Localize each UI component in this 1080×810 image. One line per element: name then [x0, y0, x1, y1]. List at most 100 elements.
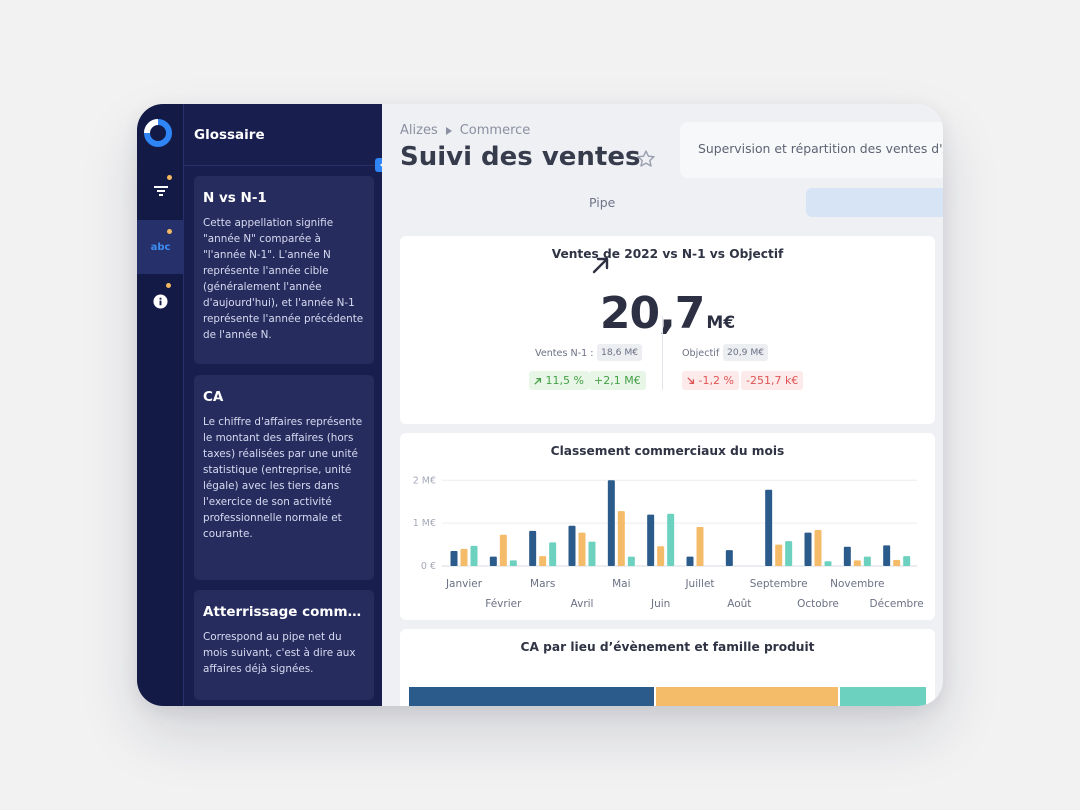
app-logo[interactable] — [143, 118, 173, 148]
chart-bar[interactable] — [696, 527, 704, 566]
chart-bar[interactable] — [450, 551, 458, 566]
tab-active[interactable] — [806, 188, 943, 217]
chart-bar[interactable] — [667, 513, 675, 566]
y-tick-label: 0 € — [421, 561, 436, 572]
ca-panel: CA par lieu d’évènement et famille produ… — [400, 629, 935, 706]
kpi-objectif-label: Objectif — [682, 348, 720, 359]
glossary-card-text: Le chiffre d'affaires représente le mont… — [203, 416, 363, 540]
glossary-card-text: Cette appellation signifie "année N" com… — [203, 217, 364, 341]
icon-rail: abc — [137, 104, 184, 706]
notification-dot — [166, 283, 171, 288]
chart-bar[interactable] — [529, 530, 537, 566]
kpi-main: 20,7 M€ — [400, 288, 935, 339]
glossary-card-title: N vs N-1 — [203, 190, 267, 206]
chart-bar[interactable] — [509, 560, 517, 566]
kpi-obj-pct-text: -1,2 % — [698, 374, 734, 387]
chart-bar[interactable] — [893, 560, 901, 566]
kpi-n1-delta: +2,1 M€ — [589, 371, 646, 390]
kpi-n1-value: 18,6 M€ — [597, 344, 643, 361]
filter-icon — [153, 186, 168, 196]
x-tick-label: Avril — [571, 598, 594, 610]
x-tick-label: Octobre — [797, 598, 839, 610]
kpi-value: 20,7 — [599, 288, 706, 339]
ca-block-2 — [656, 687, 838, 706]
chart-bar[interactable] — [843, 546, 851, 566]
chart-bar[interactable] — [539, 556, 547, 566]
chart-bar[interactable] — [657, 546, 665, 566]
glossary-card-text: Correspond au pipe net du mois suivant, … — [203, 631, 356, 675]
info-button[interactable] — [137, 274, 184, 328]
info-icon — [153, 293, 168, 309]
page-description: Supervision et répartition des ventes d'… — [680, 122, 943, 178]
x-tick-label: Janvier — [445, 578, 483, 590]
chart-panel: Classement commerciaux du mois 0 €1 M€ 2 … — [400, 433, 935, 620]
filter-button[interactable] — [137, 164, 184, 218]
chart-bar[interactable] — [549, 542, 557, 566]
x-tick-label: Novembre — [830, 578, 884, 590]
ca-block-3 — [840, 687, 926, 706]
chart-bar[interactable] — [460, 548, 468, 566]
kpi-divider — [662, 316, 663, 390]
chart-bar[interactable] — [853, 560, 861, 566]
glossary-button[interactable]: abc — [137, 220, 184, 274]
chart-bar[interactable] — [863, 556, 871, 566]
app-window: abc Glossaire N vs N-1 Cette appellation… — [137, 104, 943, 706]
main-content: Alizes Commerce Suivi des ventes Supervi… — [382, 104, 943, 706]
chart-bar[interactable] — [607, 480, 615, 566]
chart-bar[interactable] — [903, 556, 911, 566]
chart-bar[interactable] — [578, 532, 586, 566]
notification-dot — [167, 175, 172, 180]
chart-bar[interactable] — [499, 534, 507, 566]
y-tick-label: 1 M€ — [413, 518, 436, 529]
kpi-obj-delta: -251,7 k€ — [741, 371, 804, 390]
arrow-up-right-icon — [534, 377, 542, 385]
kpi-title: Ventes de 2022 vs N-1 vs Objectif — [551, 247, 784, 261]
chart-bar[interactable] — [765, 489, 773, 566]
chart-bar[interactable] — [627, 556, 635, 566]
breadcrumb-root[interactable]: Alizes — [400, 123, 438, 138]
chart-bar[interactable] — [883, 545, 891, 566]
arrow-down-right-icon — [687, 377, 695, 385]
chart-bar[interactable] — [470, 545, 478, 566]
kpi-unit: M€ — [706, 313, 736, 333]
chart-bar[interactable] — [647, 514, 655, 566]
x-tick-label: Décembre — [870, 598, 924, 610]
arrow-up-right-icon — [592, 257, 609, 274]
chart-bar[interactable] — [489, 556, 497, 566]
chart-bar[interactable] — [785, 541, 793, 566]
chart-bar[interactable] — [686, 556, 694, 566]
chart-bar[interactable] — [588, 541, 596, 566]
chart-bar[interactable] — [568, 525, 576, 566]
breadcrumb: Alizes Commerce — [400, 123, 530, 138]
x-tick-label: Juillet — [684, 578, 714, 590]
x-tick-label: Mars — [530, 578, 555, 590]
chart-bar[interactable] — [775, 544, 783, 566]
y-tick-label: 2 M€ — [413, 475, 436, 486]
kpi-obj-pct: -1,2 % — [682, 371, 739, 390]
kpi-panel: Ventes de 2022 vs N-1 vs Objectif 20,7 M€… — [400, 236, 935, 424]
page-title: Suivi des ventes — [400, 142, 641, 172]
glossary-card-title: CA — [203, 389, 224, 405]
kpi-n1-pct-text: 11,5 % — [545, 374, 584, 387]
ca-block-1 — [409, 687, 654, 706]
glossary-card: N vs N-1 Cette appellation signifie "ann… — [194, 176, 374, 364]
chart-bar[interactable] — [814, 530, 822, 566]
glossary-header: Glossaire — [184, 104, 382, 166]
chart-bar[interactable] — [725, 550, 733, 566]
x-tick-label: Août — [727, 598, 751, 610]
chart-bar[interactable] — [617, 511, 625, 566]
x-tick-label: Juin — [650, 598, 670, 610]
notification-dot — [167, 229, 172, 234]
tab-pipe[interactable]: Pipe — [589, 195, 615, 210]
glossary-card: Atterrissage comme... Correspond au pipe… — [194, 590, 374, 700]
x-tick-label: Février — [485, 598, 522, 610]
abc-icon: abc — [150, 241, 171, 253]
glossary-panel: Glossaire N vs N-1 Cette appellation sig… — [184, 104, 382, 706]
glossary-card-title: Atterrissage comme... — [203, 604, 365, 620]
chart-bar[interactable] — [824, 561, 832, 566]
chart-bar[interactable] — [804, 532, 812, 566]
chevron-right-icon — [445, 126, 452, 135]
glossary-card: CA Le chiffre d'affaires représente le m… — [194, 375, 374, 580]
favorite-star-icon[interactable] — [636, 149, 656, 169]
breadcrumb-section[interactable]: Commerce — [460, 123, 531, 138]
